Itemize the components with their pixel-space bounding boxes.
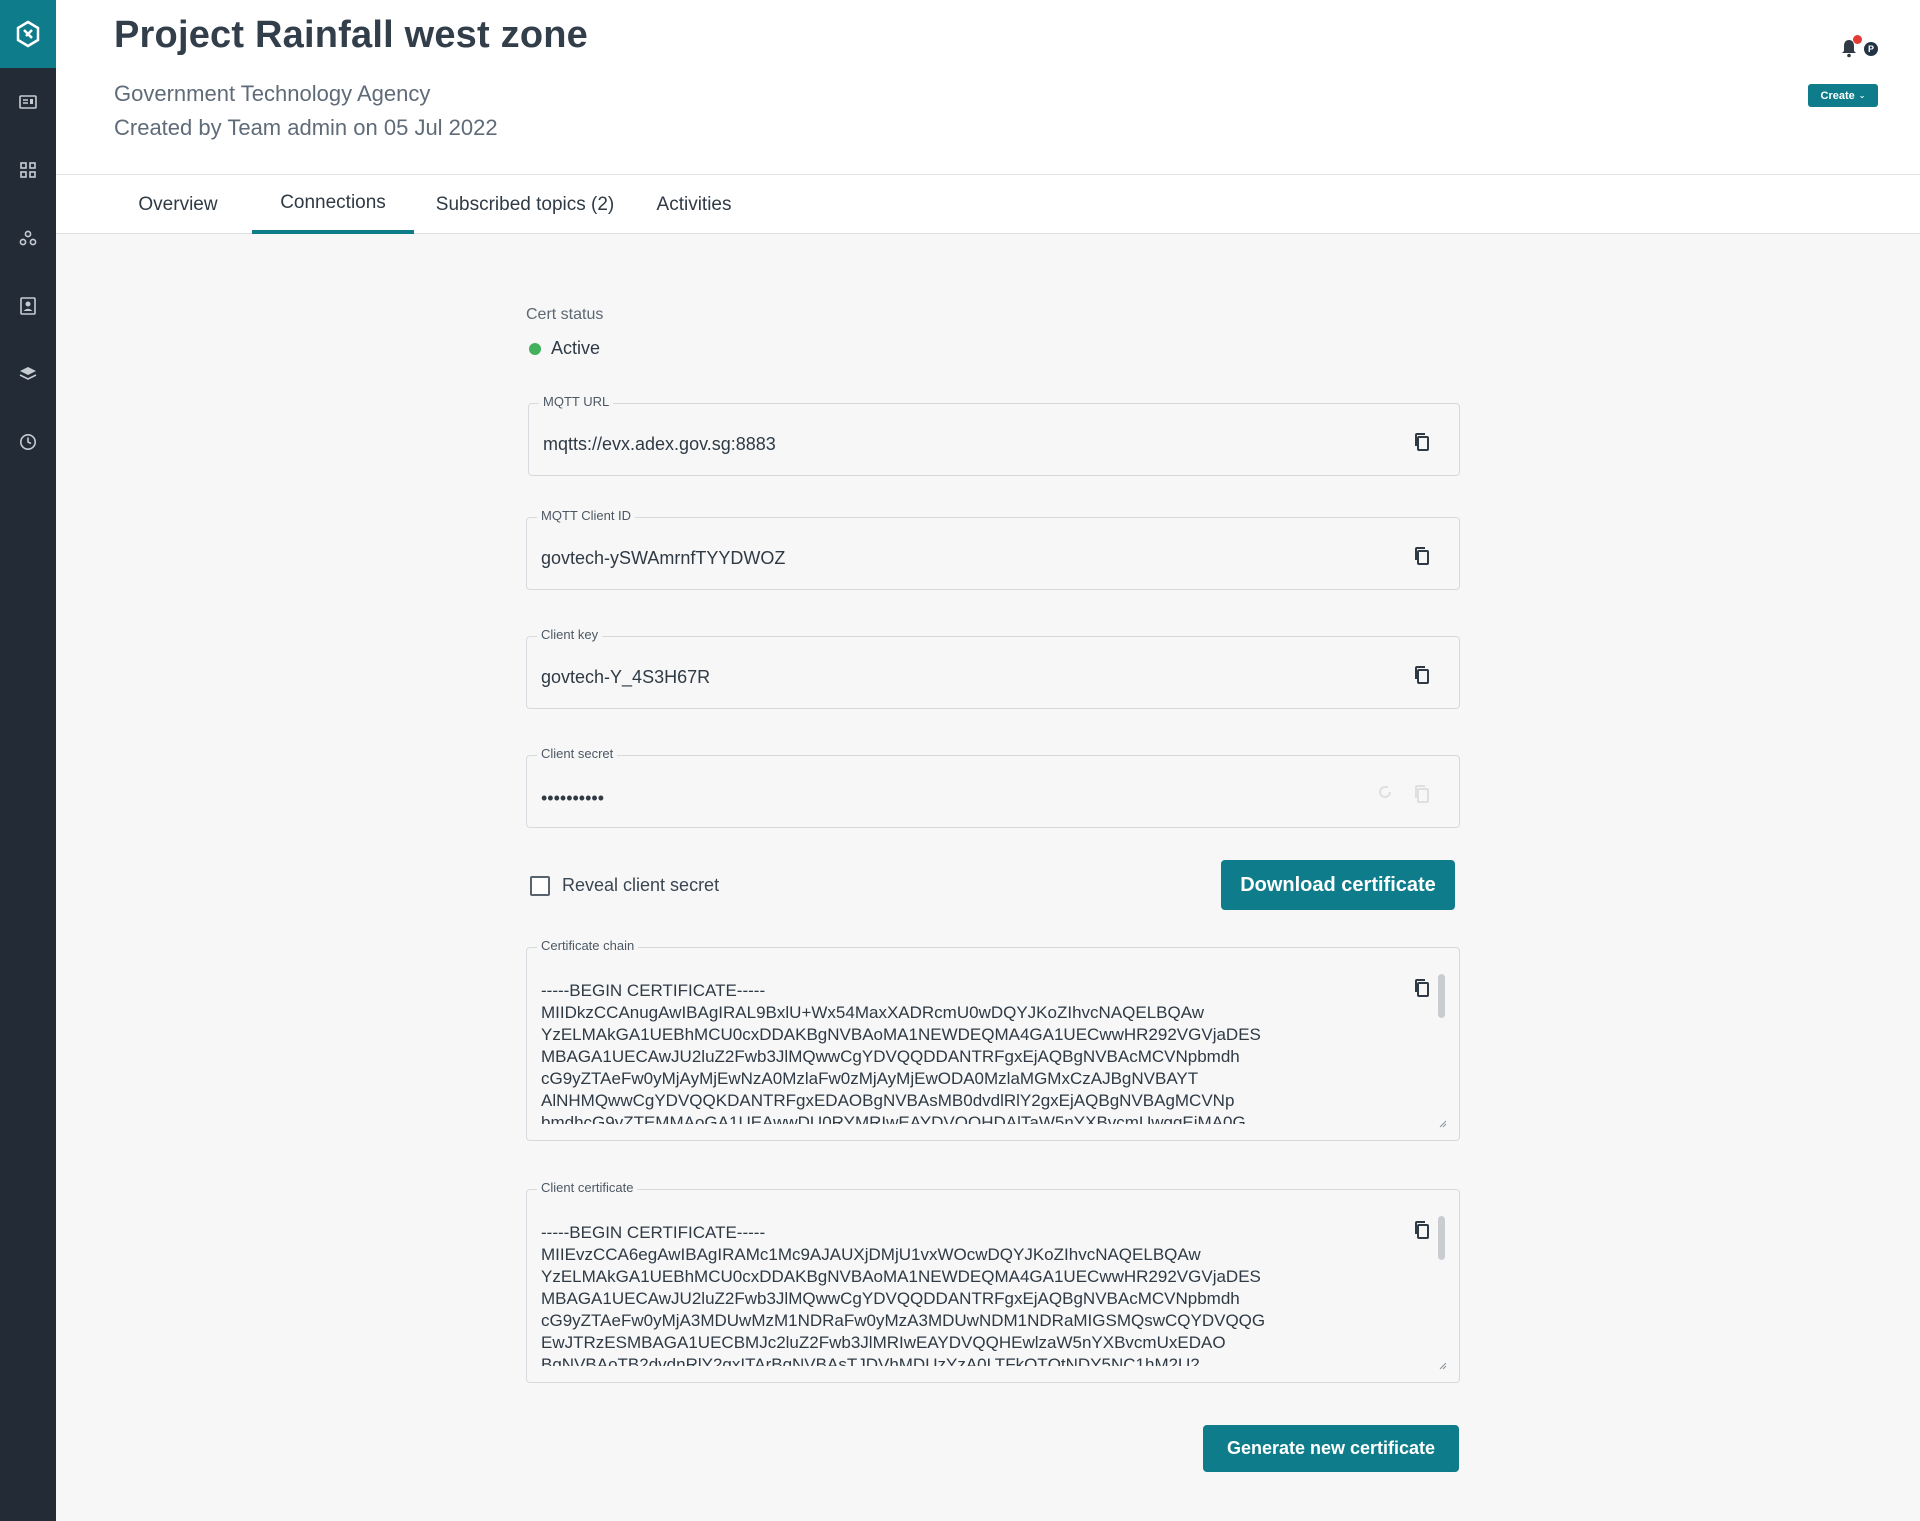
create-button-label: Create [1820, 89, 1855, 102]
network-icon[interactable] [0, 204, 56, 272]
contacts-icon[interactable] [0, 272, 56, 340]
tab-activities[interactable]: Activities [636, 175, 752, 234]
client-key-label: Client key [537, 627, 603, 642]
scrollbar-thumb[interactable] [1438, 974, 1445, 1018]
client-certificate-field[interactable]: Client certificate -----BEGIN CERTIFICAT… [526, 1180, 1460, 1383]
tab-connections[interactable]: Connections [252, 175, 414, 234]
mqtt-url-value[interactable]: mqtts://evx.adex.gov.sg:8883 [543, 434, 776, 455]
create-button[interactable]: Create ⌄ [1808, 84, 1878, 107]
cert-status-label: Cert status [526, 306, 604, 323]
cert-status-value: Active [551, 338, 601, 358]
notification-badge [1853, 35, 1862, 44]
tab-bar: Overview Connections Subscribed topics (… [56, 175, 1920, 234]
app-logo-icon[interactable] [0, 0, 56, 68]
mqtt-client-id-label: MQTT Client ID [537, 508, 636, 523]
copy-icon[interactable] [1413, 1220, 1431, 1240]
reveal-secret-label: Reveal client secret [562, 875, 720, 895]
certificate-chain-field[interactable]: Certificate chain -----BEGIN CERTIFICATE… [526, 938, 1460, 1141]
client-key-field[interactable]: Client key govtech-Y_4S3H67R [526, 627, 1460, 709]
copy-icon[interactable] [1413, 546, 1431, 566]
resize-handle-icon[interactable] [1439, 1120, 1447, 1128]
certificate-chain-text[interactable]: -----BEGIN CERTIFICATE----- MIIDkzCCAnug… [541, 980, 1399, 1124]
mqtt-client-id-field[interactable]: MQTT Client ID govtech-ySWAmrnfTYYDWOZ [526, 508, 1460, 590]
tab-overview[interactable]: Overview [116, 175, 240, 234]
page-title: Project Rainfall west zone [114, 14, 588, 56]
avatar[interactable]: P [1864, 42, 1878, 56]
agency-name: Government Technology Agency [114, 81, 431, 106]
copy-icon[interactable] [1413, 665, 1431, 685]
copy-icon[interactable] [1413, 784, 1431, 804]
layers-icon[interactable] [0, 340, 56, 408]
resize-handle-icon[interactable] [1439, 1362, 1447, 1370]
reveal-secret-checkbox[interactable] [530, 875, 550, 896]
download-certificate-button[interactable]: Download certificate [1221, 860, 1455, 910]
mqtt-url-label: MQTT URL [539, 394, 614, 409]
cert-status: Active [529, 338, 600, 359]
reveal-secret-toggle[interactable]: Reveal client secret [530, 875, 719, 896]
client-secret-actions [1377, 784, 1431, 804]
tab-subscribed-topics[interactable]: Subscribed topics (2) [426, 175, 624, 234]
generate-certificate-button[interactable]: Generate new certificate [1203, 1425, 1459, 1472]
sidebar [0, 0, 56, 1521]
client-certificate-text[interactable]: -----BEGIN CERTIFICATE----- MIIEvzCCA6eg… [541, 1222, 1399, 1366]
client-certificate-label: Client certificate [537, 1180, 638, 1195]
client-secret-field[interactable]: Client secret •••••••••• [526, 746, 1460, 828]
catalog-icon[interactable] [0, 68, 56, 136]
client-secret-value[interactable]: •••••••••• [541, 788, 604, 809]
status-dot-icon [529, 342, 541, 355]
client-secret-label: Client secret [537, 746, 618, 761]
mqtt-client-id-value[interactable]: govtech-ySWAmrnfTYYDWOZ [541, 548, 785, 569]
page-header: Project Rainfall west zone Government Te… [56, 0, 1920, 175]
copy-icon[interactable] [1413, 432, 1431, 452]
refresh-icon[interactable] [1377, 784, 1393, 800]
clock-icon[interactable] [0, 408, 56, 476]
client-key-value[interactable]: govtech-Y_4S3H67R [541, 667, 710, 688]
copy-icon[interactable] [1413, 978, 1431, 998]
mqtt-url-field[interactable]: MQTT URL mqtts://evx.adex.gov.sg:8883 [528, 394, 1460, 476]
chevron-down-icon: ⌄ [1858, 91, 1866, 100]
created-info: Created by Team admin on 05 Jul 2022 [114, 115, 498, 140]
grid-icon[interactable] [0, 136, 56, 204]
certificate-chain-label: Certificate chain [537, 938, 639, 953]
scrollbar-thumb[interactable] [1438, 1216, 1445, 1260]
